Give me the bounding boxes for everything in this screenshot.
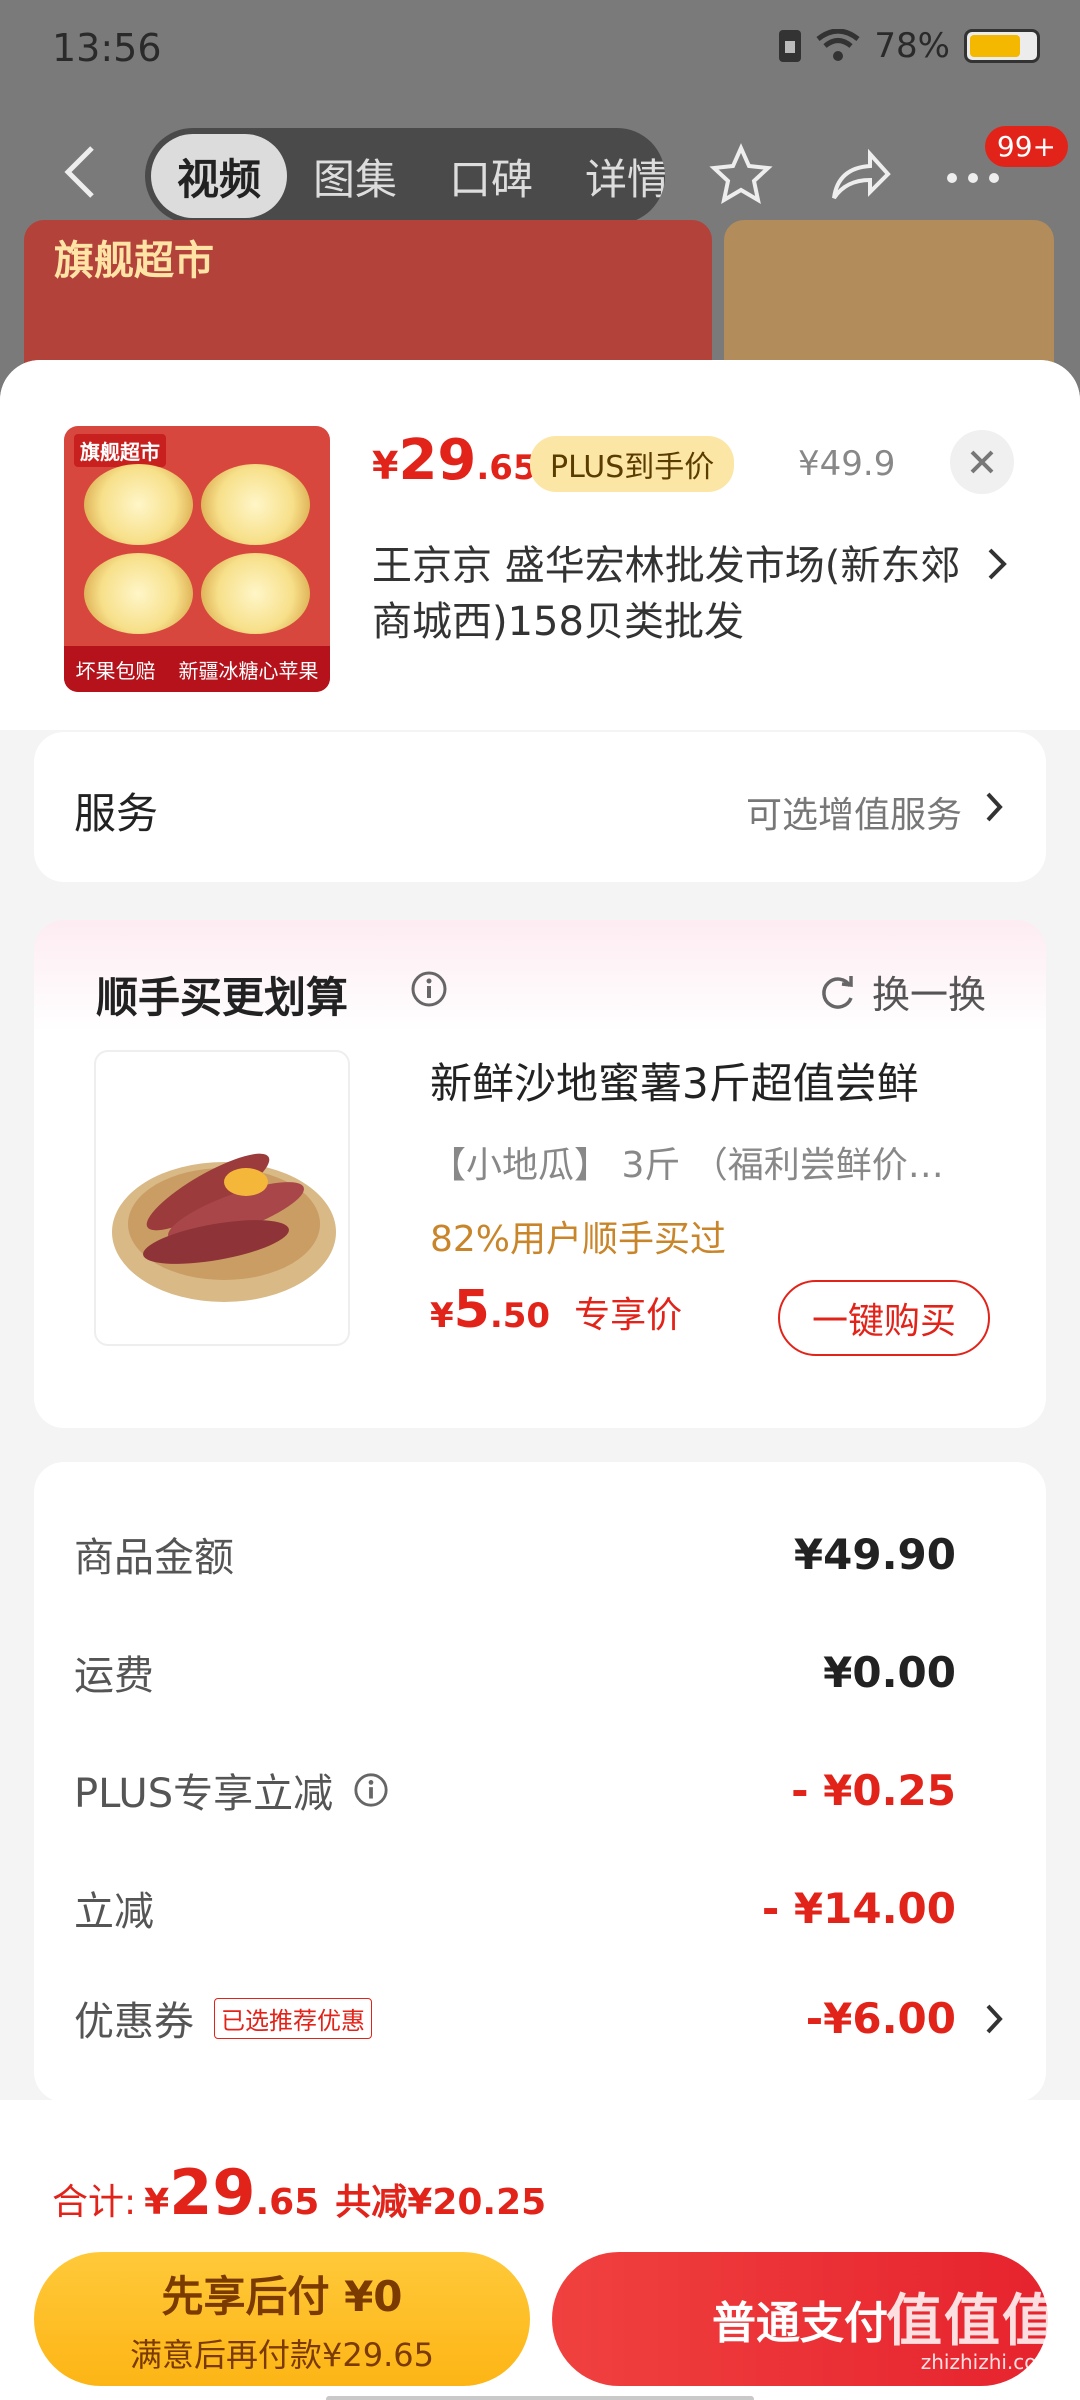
sim-icon bbox=[779, 30, 802, 62]
summary-row-coupon[interactable]: 优惠券 已选推荐优惠 -¥6.00 bbox=[74, 1988, 956, 2048]
one-click-buy-button[interactable]: 一键购买 bbox=[778, 1280, 990, 1356]
summary-row-subtotal: 商品金额 ¥49.90 bbox=[74, 1524, 956, 1584]
total-savings: 共减¥20.25 bbox=[335, 2182, 547, 2223]
product-thumbnail: 旗舰超市 坏果包赔 新疆冰糖心苹果 bbox=[64, 426, 330, 692]
summary-value: ¥0.00 bbox=[823, 1647, 956, 1697]
bundle-price-decimal: .50 bbox=[489, 1296, 551, 1336]
service-row[interactable]: 服务 可选增值服务 bbox=[34, 732, 1046, 882]
star-icon[interactable] bbox=[708, 142, 774, 208]
tab-details[interactable]: 详情 bbox=[559, 146, 665, 207]
bundle-product-spec: 【小地瓜】 3斤 （福利尝鲜价… bbox=[430, 1145, 944, 1186]
chevron-right-icon[interactable] bbox=[982, 544, 1012, 584]
status-bar: 13:56 78% bbox=[0, 0, 1080, 100]
status-time: 13:56 bbox=[52, 26, 162, 70]
summary-row-shipping: 运费 ¥0.00 bbox=[74, 1642, 956, 1702]
pay-later-title: 先享后付 ¥0 bbox=[161, 2271, 403, 2321]
sku-price: ¥ 29 .65 bbox=[372, 428, 537, 493]
watermark-url: zhizhizhi.com bbox=[920, 2350, 1056, 2374]
bundle-price-currency: ¥ bbox=[430, 1296, 454, 1336]
bundle-product-title[interactable]: 新鲜沙地蜜薯3斤超值尝鲜 bbox=[430, 1050, 919, 1111]
original-price: ¥49.9 bbox=[798, 444, 896, 484]
summary-label-wrap: PLUS专享立减 bbox=[74, 1761, 389, 1819]
summary-label-wrap: 优惠券 已选推荐优惠 bbox=[74, 1989, 372, 2047]
watermark: 值值值 bbox=[886, 2289, 1060, 2354]
wifi-icon bbox=[816, 29, 860, 61]
media-tabs: 视频 图集 口碑 详情 bbox=[145, 128, 665, 224]
message-badge: 99+ bbox=[984, 126, 1068, 167]
summary-value: ¥49.90 bbox=[793, 1529, 956, 1579]
total-decimal: .65 bbox=[255, 2182, 320, 2223]
bundle-title: 顺手买更划算 bbox=[96, 973, 349, 1022]
info-icon[interactable] bbox=[353, 1772, 389, 1808]
tab-video[interactable]: 视频 bbox=[151, 134, 288, 218]
summary-label: 运费 bbox=[74, 1653, 154, 1699]
back-icon[interactable] bbox=[60, 144, 100, 200]
bundle-price-integer: 5 bbox=[453, 1280, 490, 1340]
thumbnail-footer-guarantee: 坏果包赔 bbox=[75, 658, 156, 683]
summary-row-plus-discount: PLUS专享立减 - ¥0.25 bbox=[74, 1760, 956, 1820]
sku-header: 旗舰超市 坏果包赔 新疆冰糖心苹果 ¥ 29 .65 PLUS到手价 ¥49.9… bbox=[0, 360, 1080, 730]
background-page: 13:56 78% 视频 图集 口碑 详情 99+ 旗舰超市 bbox=[0, 0, 1080, 440]
bundle-price: ¥ 5 .50 专享价 bbox=[430, 1280, 682, 1340]
top-nav: 视频 图集 口碑 详情 99+ bbox=[0, 120, 1080, 230]
pay-later-button[interactable]: 先享后付 ¥0 满意后再付款¥29.65 bbox=[34, 2252, 530, 2386]
sweet-potato-illustration bbox=[112, 1153, 336, 1302]
store-address[interactable]: 王京京 盛华宏林批发市场(新东郊商城西)158贝类批发 bbox=[372, 538, 982, 650]
purchase-sheet: 旗舰超市 坏果包赔 新疆冰糖心苹果 ¥ 29 .65 PLUS到手价 ¥49.9… bbox=[0, 360, 1080, 2400]
summary-value: - ¥0.25 bbox=[791, 1765, 956, 1815]
plus-price-tag: PLUS到手价 bbox=[530, 436, 735, 492]
swap-button[interactable]: 换一换 bbox=[818, 964, 986, 1019]
price-decimal: .65 bbox=[476, 448, 537, 488]
summary-row-instant-discount: 立减 - ¥14.00 bbox=[74, 1878, 956, 1938]
service-label: 服务 bbox=[74, 789, 159, 838]
info-icon[interactable] bbox=[410, 970, 448, 1008]
total-integer: 29 bbox=[169, 2156, 256, 2229]
summary-label: 立减 bbox=[74, 1889, 154, 1935]
battery-percent: 78% bbox=[874, 26, 950, 66]
chevron-right-icon bbox=[986, 792, 1003, 822]
bundle-price-note: 专享价 bbox=[574, 1295, 683, 1336]
summary-value: -¥6.00 bbox=[805, 1993, 956, 2043]
close-icon bbox=[970, 450, 994, 474]
swap-label: 换一换 bbox=[871, 973, 986, 1017]
bundle-social-proof: 82%用户顺手买过 bbox=[430, 1219, 727, 1260]
summary-label: PLUS专享立减 bbox=[74, 1771, 334, 1817]
chevron-right-icon[interactable] bbox=[982, 2000, 1006, 2038]
home-indicator[interactable] bbox=[326, 2396, 754, 2400]
total-currency: ¥ bbox=[144, 2182, 170, 2223]
summary-label: 优惠券 bbox=[74, 1999, 194, 2045]
sweet-potato-image[interactable] bbox=[94, 1050, 350, 1346]
battery-icon bbox=[964, 29, 1040, 63]
price-summary: 商品金额 ¥49.90 运费 ¥0.00 PLUS专享立减 - ¥0.25 立减… bbox=[34, 1462, 1046, 2102]
checkout-bar: 合计: ¥ 29 .65 共减¥20.25 先享后付 ¥0 满意后再付款¥29.… bbox=[0, 2100, 1080, 2400]
tab-reviews[interactable]: 口碑 bbox=[423, 146, 559, 207]
order-total: 合计: ¥ 29 .65 共减¥20.25 bbox=[52, 2156, 546, 2229]
service-value: 可选增值服务 bbox=[745, 795, 962, 836]
status-icons: 78% bbox=[778, 26, 1040, 66]
coupon-selected-tag: 已选推荐优惠 bbox=[214, 1997, 372, 2039]
thumbnail-footer-title: 新疆冰糖心苹果 bbox=[178, 658, 319, 683]
share-icon[interactable] bbox=[826, 142, 892, 208]
price-integer: 29 bbox=[398, 428, 477, 493]
price-currency: ¥ bbox=[372, 444, 399, 488]
bundle-card: 顺手买更划算 换一换 新鲜沙地蜜薯3斤超值尝鲜 【小地瓜】 3斤 （福利尝鲜价…… bbox=[34, 920, 1046, 1428]
brand-label: 旗舰超市 bbox=[54, 238, 214, 284]
total-label: 合计: bbox=[52, 2182, 137, 2223]
refresh-icon bbox=[822, 975, 853, 1009]
apple-image bbox=[84, 464, 310, 634]
thumbnail-footer: 坏果包赔 新疆冰糖心苹果 bbox=[64, 646, 330, 692]
pay-later-subtitle: 满意后再付款¥29.65 bbox=[130, 2335, 434, 2374]
thumbnail-brand-tag: 旗舰超市 bbox=[74, 434, 166, 467]
tab-gallery[interactable]: 图集 bbox=[287, 146, 423, 207]
close-button[interactable] bbox=[950, 430, 1014, 494]
summary-value: - ¥14.00 bbox=[761, 1883, 956, 1933]
summary-label: 商品金额 bbox=[74, 1535, 234, 1581]
